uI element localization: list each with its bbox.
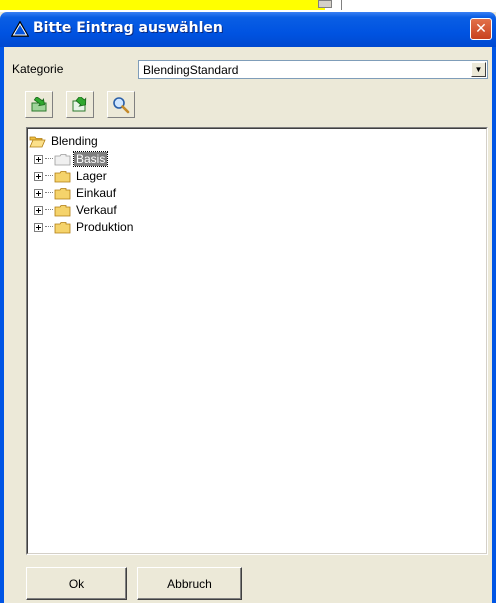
warning-triangle-icon	[11, 21, 29, 37]
background-divider	[341, 0, 342, 10]
folder-icon	[54, 187, 71, 199]
close-button[interactable]: ✕	[470, 18, 492, 40]
folder-icon	[54, 221, 71, 233]
background-icon	[318, 0, 332, 8]
background-app	[0, 0, 496, 12]
expand-icon[interactable]	[34, 171, 43, 181]
tree-node-label: Lager	[76, 169, 107, 183]
select-entry-dialog: Bitte Eintrag auswählen ✕ Kategorie Blen…	[0, 12, 496, 603]
category-select[interactable]: BlendingStandard ▼	[138, 60, 488, 79]
search-button[interactable]	[107, 91, 135, 118]
tree-root-label: Blending	[51, 134, 98, 148]
folder-icon	[54, 170, 71, 182]
close-icon: ✕	[475, 21, 487, 37]
tree-node-label: Einkauf	[76, 186, 117, 200]
expand-icon[interactable]	[34, 188, 43, 198]
tree-node-verkauf[interactable]: Verkauf	[34, 202, 119, 218]
tree-node-label: Produktion	[76, 220, 134, 234]
tree-node-produktion[interactable]: Produktion	[34, 219, 135, 235]
folder-icon	[54, 153, 71, 165]
dialog-title: Bitte Eintrag auswählen	[33, 20, 223, 36]
import-button[interactable]	[25, 91, 53, 118]
expand-icon[interactable]	[34, 205, 43, 215]
open-folder-icon	[29, 136, 46, 147]
folder-icon	[54, 204, 71, 216]
category-value: BlendingStandard	[143, 63, 239, 77]
category-label: Kategorie	[12, 62, 64, 76]
tree-root-node[interactable]: Blending	[29, 133, 100, 149]
tree-node-label: Verkauf	[76, 203, 117, 217]
export-button[interactable]	[66, 91, 94, 118]
cancel-button[interactable]: Abbruch	[137, 567, 242, 600]
search-icon	[113, 96, 130, 113]
import-icon	[31, 96, 47, 111]
tree-node-basis[interactable]: Basis	[34, 151, 109, 167]
export-icon	[72, 96, 87, 111]
tree-node-lager[interactable]: Lager	[34, 168, 109, 184]
window-frame-right	[492, 47, 496, 603]
dropdown-button[interactable]: ▼	[471, 62, 486, 77]
ok-button[interactable]: Ok	[26, 567, 127, 600]
background-highlight	[0, 0, 325, 10]
category-tree[interactable]: Blending Basis Lager Einkauf Verkauf Pro…	[26, 127, 488, 555]
tree-node-einkauf[interactable]: Einkauf	[34, 185, 118, 201]
tree-node-label: Basis	[72, 151, 109, 167]
window-frame-left	[0, 47, 4, 603]
expand-icon[interactable]	[34, 222, 43, 232]
title-bar[interactable]: Bitte Eintrag auswählen ✕	[0, 12, 496, 47]
expand-icon[interactable]	[34, 154, 43, 164]
chevron-down-icon: ▼	[474, 64, 483, 74]
